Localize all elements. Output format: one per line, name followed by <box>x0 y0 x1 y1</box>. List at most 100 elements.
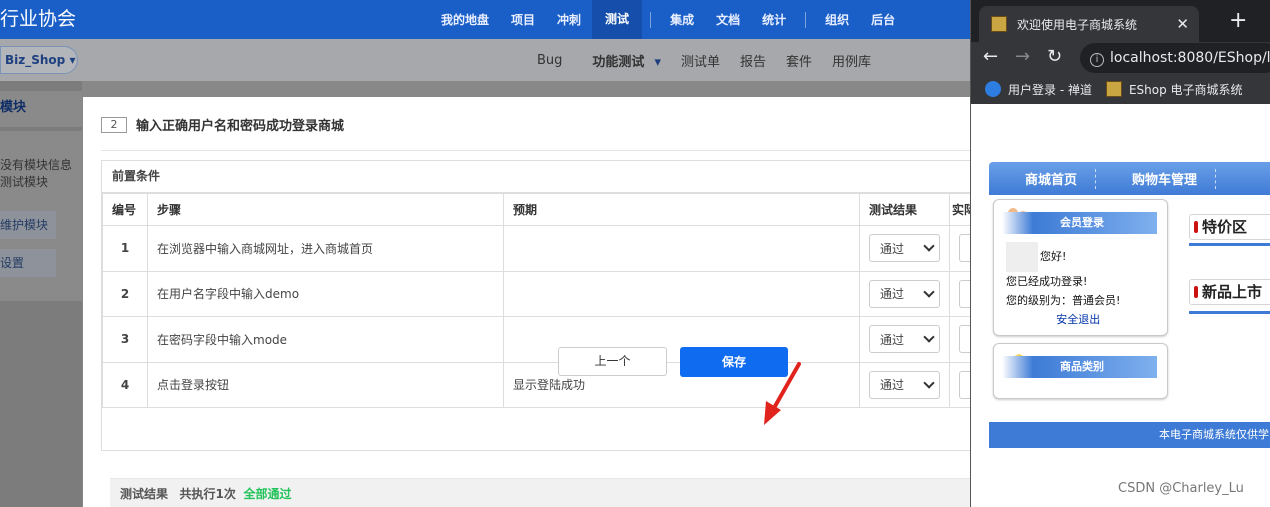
nav-test[interactable]: 测试 <box>592 0 643 39</box>
page-viewport: 商城首页 购物车管理 会员登录 您好! 您已经成功登录! 您的级别为：普通会员!… <box>971 104 1270 470</box>
promo-new-arrivals[interactable]: 新品上市 <box>1189 279 1270 305</box>
category-panel-title: 商品类别 <box>1002 356 1157 378</box>
result-value: 通过 <box>880 332 905 347</box>
result-cell: 通过 <box>859 316 950 363</box>
member-body: 您好! 您已经成功登录! 您的级别为：普通会员! 安全退出 <box>1006 242 1120 329</box>
result-select[interactable]: 通过 <box>869 325 940 354</box>
sub-nav-bar: Biz_Shop ▾ Bug 功能测试 ▾ 测试单 报告 套件 用例库 <box>0 39 970 81</box>
settings-button[interactable]: 设置 <box>0 249 56 277</box>
step-num: 1 <box>102 225 148 272</box>
top-nav-bar: 行业协会 我的地盘 项目 冲刺 测试 集成 文档 统计 组织 后台 <box>0 0 970 39</box>
member-panel-title: 会员登录 <box>1002 212 1157 234</box>
manage-module-button[interactable]: 维护模块 <box>0 211 56 239</box>
nav-sprint[interactable]: 冲刺 <box>546 11 592 28</box>
forward-icon[interactable]: → <box>1015 46 1030 67</box>
step-expect <box>503 225 860 272</box>
subnav-bug[interactable]: Bug <box>527 53 572 68</box>
result-select[interactable]: 通过 <box>869 370 940 399</box>
chevron-down-icon <box>923 286 935 298</box>
member-level-text: 您的级别为：普通会员! <box>1006 294 1121 307</box>
nav-docs[interactable]: 文档 <box>705 11 751 28</box>
sidebar-info-line2: 测试模块 <box>0 175 49 189</box>
bookmark-zentao-login[interactable]: 用户登录 - 禅道 <box>1008 81 1092 98</box>
step-num: 4 <box>102 361 148 408</box>
bookmark-eshop[interactable]: EShop 电子商城系统 <box>1129 81 1243 98</box>
subnav-testtask[interactable]: 测试单 <box>671 51 730 70</box>
table-row: 4 点击登录按钮 显示登陆成功 通过 <box>102 361 983 408</box>
shop-nav-cart[interactable]: 购物车管理 <box>1096 169 1215 188</box>
subnav-functional-test-label: 功能测试 <box>592 54 645 70</box>
sub-nav: Bug 功能测试 ▾ 测试单 报告 套件 用例库 <box>527 39 881 81</box>
brand-title: 行业协会 <box>0 8 77 30</box>
step-num: 2 <box>102 270 148 317</box>
result-status: 全部通过 <box>243 487 292 501</box>
col-header-step: 步骤 <box>147 193 504 226</box>
promo-special[interactable]: 特价区 <box>1189 214 1270 240</box>
nav-project[interactable]: 项目 <box>500 11 546 28</box>
prev-button[interactable]: 上一个 <box>558 347 667 376</box>
nav-separator <box>805 11 807 28</box>
module-sidebar: 模块 没有模块信息 测试模块 维护模块 设置 <box>0 81 82 507</box>
new-tab-icon[interactable]: + <box>1229 8 1247 33</box>
browser-tab[interactable]: 欢迎使用电子商城系统 ✕ <box>979 6 1199 42</box>
category-panel: 商品类别 <box>993 343 1168 399</box>
promo-underline <box>1189 311 1270 314</box>
info-icon[interactable]: i <box>1090 53 1104 67</box>
step-num: 3 <box>102 316 148 363</box>
result-value: 通过 <box>880 378 905 393</box>
steps-table: 编号 步骤 预期 测试结果 实际情况 1 在浏览器中输入商城网址，进入商城首页 … <box>102 193 983 408</box>
subnav-suite[interactable]: 套件 <box>776 51 822 70</box>
chevron-down-icon <box>923 331 935 343</box>
table-row: 1 在浏览器中输入商城网址，进入商城首页 通过 <box>102 225 983 272</box>
shop-nav-bar: 商城首页 购物车管理 <box>989 162 1270 195</box>
sidebar-title: 模块 <box>0 91 82 127</box>
result-value: 通过 <box>880 287 905 302</box>
nav-my-dashboard[interactable]: 我的地盘 <box>430 11 500 28</box>
nav-separator <box>1215 168 1217 189</box>
subnav-functional-test[interactable]: 功能测试 ▾ <box>572 51 671 70</box>
back-icon[interactable]: ← <box>983 46 998 67</box>
logout-link[interactable]: 安全退出 <box>1036 310 1120 329</box>
eshop-favicon-icon <box>991 16 1007 32</box>
login-ok-text: 您已经成功登录! <box>1006 275 1088 288</box>
address-bar[interactable]: i localhost:8080/EShop/lo <box>1080 43 1270 73</box>
nav-org[interactable]: 组织 <box>814 11 860 28</box>
greeting: 您好! <box>1040 250 1067 263</box>
eshop-favicon-icon <box>1105 81 1122 97</box>
result-select[interactable]: 通过 <box>869 279 940 308</box>
shop-nav-home[interactable]: 商城首页 <box>989 169 1095 188</box>
browser-toolbar: ← → ↻ i localhost:8080/EShop/lo <box>971 42 1270 74</box>
product-name: Biz_Shop <box>5 53 66 67</box>
chevron-down-icon <box>923 377 935 389</box>
table-row: 2 在用户名字段中输入demo 通过 <box>102 270 983 317</box>
save-button[interactable]: 保存 <box>680 347 788 377</box>
case-header: 2 输入正确用户名和密码成功登录商城 <box>101 115 344 134</box>
subnav-caselib[interactable]: 用例库 <box>822 51 881 70</box>
close-icon[interactable]: ✕ <box>1176 15 1189 33</box>
steps-panel: 前置条件 编号 步骤 预期 测试结果 实际情况 1 在浏览器中输入商城网址，进入… <box>101 160 983 451</box>
chevron-down-icon <box>923 240 935 252</box>
result-cell: 通过 <box>859 270 950 317</box>
nav-separator <box>650 11 652 28</box>
url-text: localhost:8080/EShop/lo <box>1110 50 1270 66</box>
result-value: 通过 <box>880 241 905 256</box>
nav-integration[interactable]: 集成 <box>659 11 705 28</box>
member-login-panel: 会员登录 您好! 您已经成功登录! 您的级别为：普通会员! 安全退出 <box>993 199 1168 336</box>
product-switcher[interactable]: Biz_Shop ▾ <box>0 46 78 74</box>
col-header-result: 测试结果 <box>859 193 950 226</box>
result-cell: 通过 <box>859 361 950 408</box>
result-select[interactable]: 通过 <box>869 234 940 263</box>
step-desc: 点击登录按钮 <box>147 361 504 408</box>
precondition-label: 前置条件 <box>102 161 972 193</box>
nav-admin[interactable]: 后台 <box>860 11 906 28</box>
result-cell: 通过 <box>859 225 950 272</box>
test-result-bar: 测试结果 共执行1次 全部通过 <box>110 478 970 507</box>
subnav-report[interactable]: 报告 <box>730 51 776 70</box>
avatar <box>1006 242 1038 272</box>
header-divider <box>101 150 971 151</box>
nav-stats[interactable]: 统计 <box>751 11 797 28</box>
case-id-badge: 2 <box>101 116 127 133</box>
site-footer: 本电子商城系统仅供学习 <box>989 422 1270 448</box>
reload-icon[interactable]: ↻ <box>1047 46 1062 67</box>
case-title: 输入正确用户名和密码成功登录商城 <box>136 119 345 134</box>
